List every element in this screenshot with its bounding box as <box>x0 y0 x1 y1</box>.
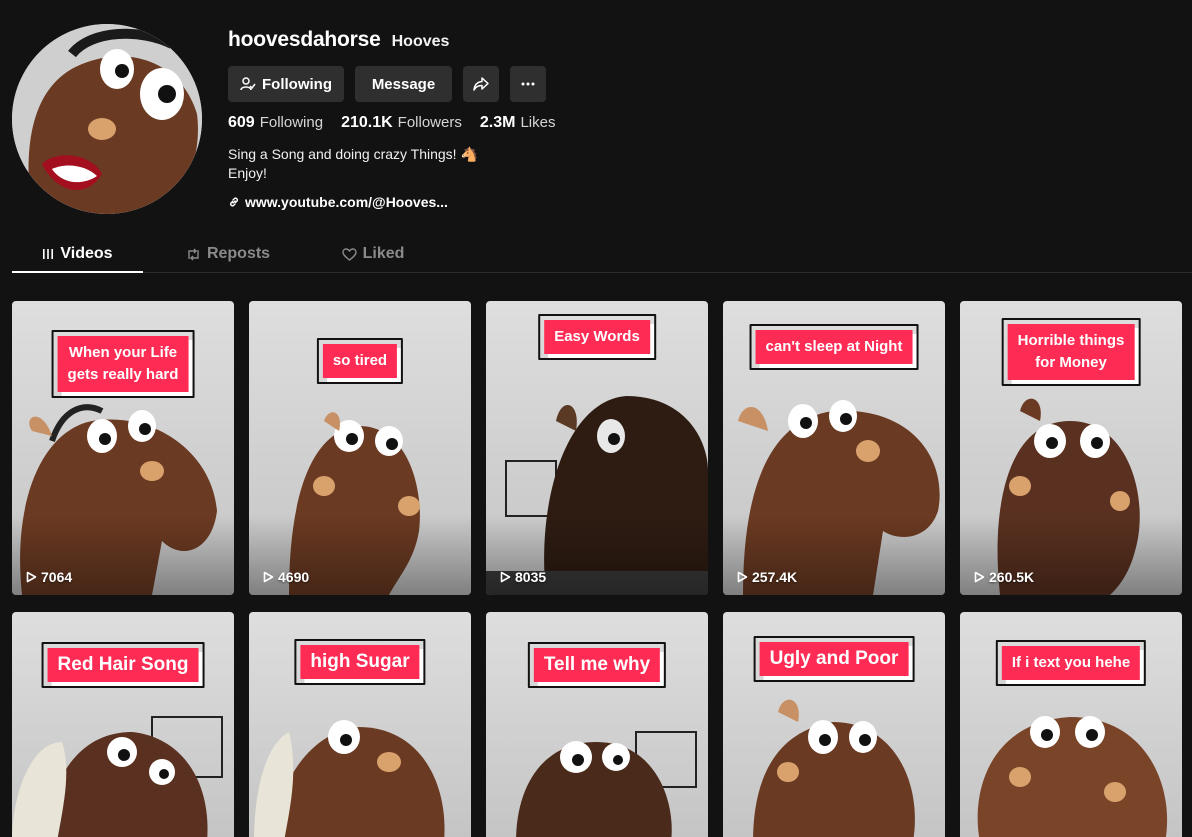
tab-liked[interactable]: Liked <box>313 236 433 272</box>
tab-liked-label: Liked <box>362 245 405 262</box>
profile-tabs: Videos Reposts Liked <box>12 236 1192 273</box>
more-icon <box>521 82 535 86</box>
video-card[interactable]: Horrible things for Money 260.5K <box>960 301 1182 595</box>
tab-reposts[interactable]: Reposts <box>143 236 313 272</box>
video-caption: Red Hair Song <box>41 642 205 688</box>
username: hoovesdahorse <box>228 28 381 51</box>
view-count: 260.5K <box>974 569 1034 585</box>
video-card[interactable]: Tell me why <box>486 612 708 837</box>
following-label: Following <box>259 114 324 131</box>
video-card[interactable]: so tired 4690 <box>249 301 471 595</box>
video-caption: Easy Words <box>538 314 656 360</box>
share-button[interactable] <box>463 66 499 102</box>
followers-count: 210.1K <box>341 114 393 131</box>
message-button-label: Message <box>371 75 436 93</box>
view-count-text: 4690 <box>278 569 310 585</box>
bio-line-2: Enjoy! <box>228 165 267 181</box>
video-caption: If i text you hehe <box>995 640 1147 686</box>
following-stat[interactable]: 609 Following <box>228 114 323 132</box>
action-buttons: Following Message <box>228 66 1128 102</box>
bio-line-1: Sing a Song and doing crazy Things! 🐴 <box>228 146 478 162</box>
tab-reposts-label: Reposts <box>206 245 271 262</box>
grid-icon <box>43 249 54 259</box>
likes-count: 2.3M <box>479 114 516 131</box>
video-caption: so tired <box>316 338 404 384</box>
view-count-text: 260.5K <box>989 569 1035 585</box>
video-card[interactable]: When your Life gets really hard 7064 <box>12 301 234 595</box>
view-count-text: 257.4K <box>752 569 798 585</box>
followers-stat[interactable]: 210.1K Followers <box>341 114 462 132</box>
view-count: 4690 <box>263 569 309 585</box>
avatar-image <box>12 24 202 214</box>
play-icon <box>263 571 274 583</box>
more-button[interactable] <box>510 66 546 102</box>
view-count-text: 7064 <box>41 569 73 585</box>
view-count: 7064 <box>26 569 72 585</box>
video-card[interactable]: Ugly and Poor <box>723 612 945 837</box>
following-button[interactable]: Following <box>228 66 344 102</box>
following-count: 609 <box>228 114 255 131</box>
play-icon <box>974 571 985 583</box>
video-caption: Horrible things for Money <box>1001 318 1140 386</box>
tab-videos[interactable]: Videos <box>12 236 143 273</box>
avatar[interactable] <box>12 24 202 214</box>
person-check-icon <box>240 77 256 91</box>
video-thumbnail <box>516 731 697 837</box>
video-caption: Ugly and Poor <box>753 636 915 682</box>
profile-link[interactable]: www.youtube.com/@Hooves... <box>228 194 1128 210</box>
view-count-text: 8035 <box>515 569 547 585</box>
repost-icon <box>188 248 199 260</box>
video-caption: can't sleep at Night <box>749 324 919 370</box>
view-count: 8035 <box>500 569 546 585</box>
video-card[interactable]: high Sugar <box>249 612 471 837</box>
share-icon <box>473 77 489 91</box>
video-card[interactable]: Easy Words 8035 <box>486 301 708 595</box>
video-caption: When your Life gets really hard <box>51 330 195 398</box>
profile-stats: 609 Following 210.1K Followers 2.3M Likes <box>228 114 1128 132</box>
video-caption: high Sugar <box>294 639 426 685</box>
likes-stat: 2.3M Likes <box>480 114 556 132</box>
video-grid: When your Life gets really hard 7064 so t… <box>12 301 1182 837</box>
tab-videos-label: Videos <box>60 245 113 262</box>
video-card[interactable]: can't sleep at Night 257.4K <box>723 301 945 595</box>
liked-icon <box>341 247 357 261</box>
play-icon <box>500 571 511 583</box>
video-card[interactable]: Red Hair Song <box>12 612 234 837</box>
play-icon <box>737 571 748 583</box>
video-card[interactable]: If i text you hehe <box>960 612 1182 837</box>
profile-page: hoovesdahorse Hooves Following Message 6… <box>0 0 1192 837</box>
video-thumbnail <box>12 716 223 837</box>
bio: Sing a Song and doing crazy Things! 🐴 En… <box>228 145 1128 183</box>
view-count: 257.4K <box>737 569 797 585</box>
profile-link-text: www.youtube.com/@Hooves... <box>245 194 448 210</box>
profile-info: hoovesdahorse Hooves Following Message 6… <box>228 28 1128 210</box>
message-button[interactable]: Message <box>355 66 452 102</box>
followers-label: Followers <box>397 114 462 131</box>
video-caption: Tell me why <box>527 642 667 688</box>
link-icon <box>230 197 238 207</box>
following-button-label: Following <box>262 75 332 93</box>
nickname: Hooves <box>391 33 450 50</box>
play-icon <box>26 571 37 583</box>
likes-label: Likes <box>520 114 556 131</box>
